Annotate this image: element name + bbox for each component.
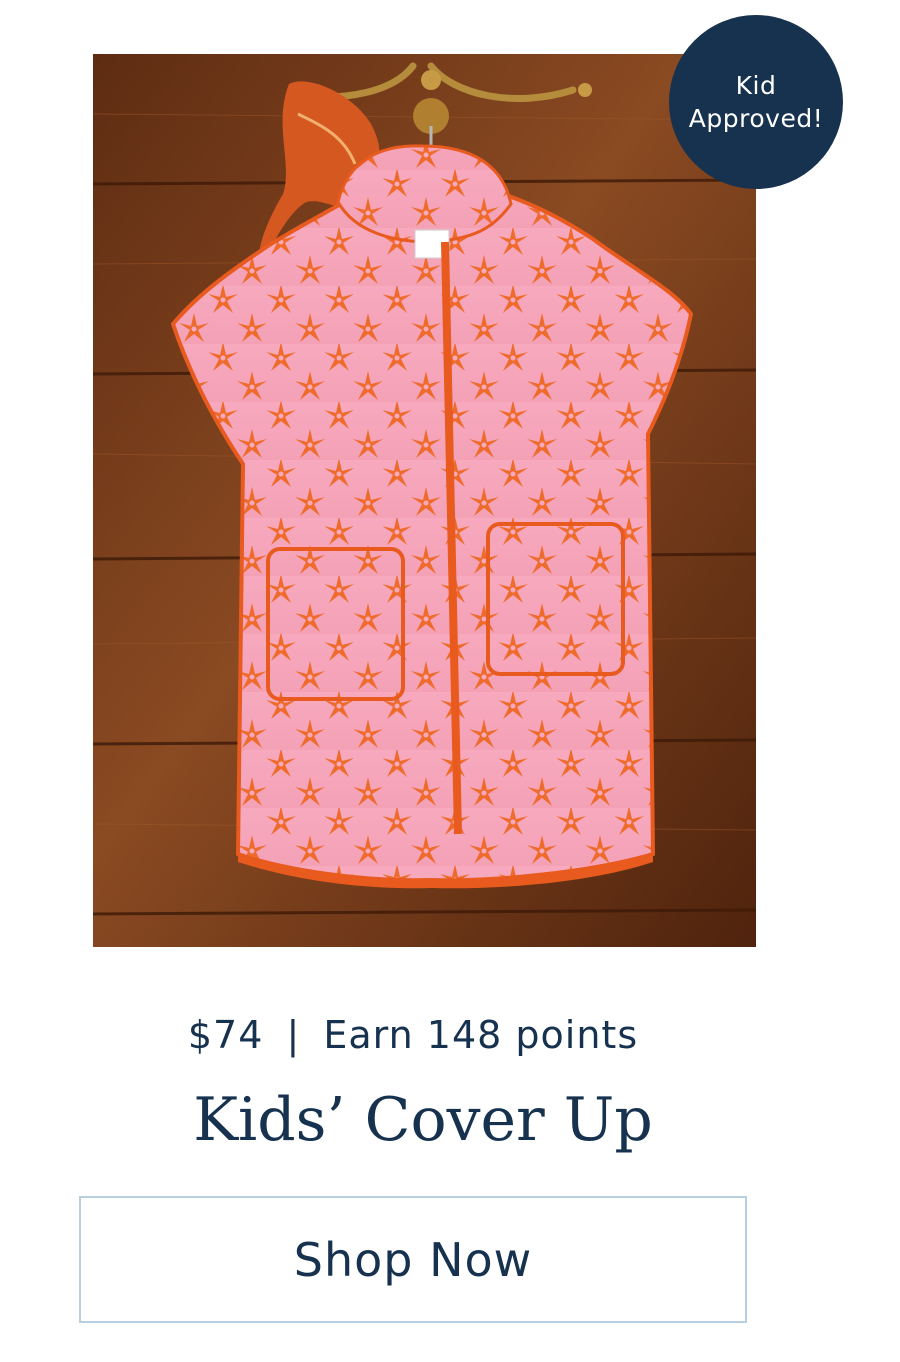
cover-up-photo [93,54,756,947]
product-price: $74 [187,1013,264,1057]
product-image[interactable] [93,54,756,947]
kid-approved-badge: Kid Approved! [669,15,843,189]
price-points-line: $74 | Earn 148 points [0,1010,826,1060]
badge-line-2: Approved! [688,104,824,133]
product-card: Kid Approved! $74 | Earn 148 points Kids… [0,0,900,1362]
price-separator: | [286,1013,301,1057]
badge-line-1: Kid [735,71,777,100]
reward-points: Earn 148 points [323,1013,639,1057]
product-title[interactable]: Kids’ Cover Up [0,1084,846,1156]
shop-now-button[interactable]: Shop Now [79,1196,747,1323]
